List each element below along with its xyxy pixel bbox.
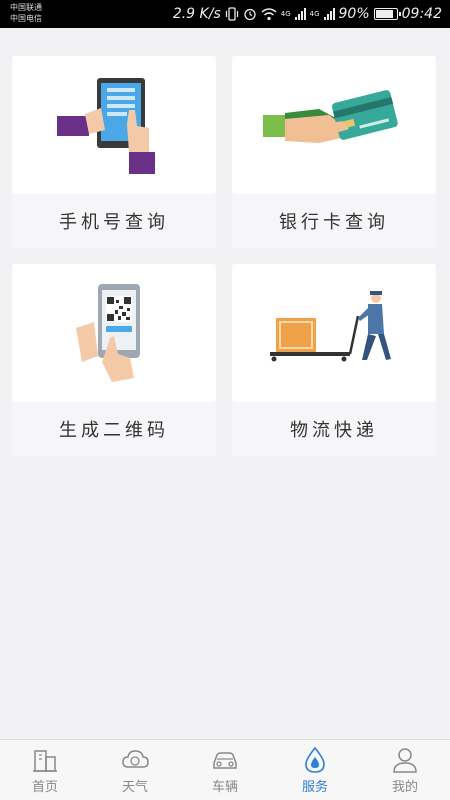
user-icon: [393, 748, 417, 773]
battery-percent: 90%: [338, 6, 370, 22]
service-label: 银行卡查询: [279, 212, 389, 233]
nav-item-weather[interactable]: 天气: [90, 740, 180, 800]
carrier-1: 中国联通: [10, 3, 42, 12]
carrier-info: 中国联通 中国电信: [10, 2, 42, 24]
nav-label: 首页: [31, 780, 58, 795]
qr-code-phone-icon: [12, 264, 216, 402]
nav-item-home[interactable]: 首页: [0, 740, 90, 800]
nav-item-mine[interactable]: 我的: [360, 740, 450, 800]
service-label: 手机号查询: [59, 212, 169, 233]
network-type-2: 4G: [309, 10, 320, 18]
nav-label: 天气: [121, 780, 148, 795]
wifi-icon: [261, 6, 277, 22]
signal-icon-2: [323, 8, 335, 20]
carrier-2: 中国电信: [10, 14, 42, 23]
status-icons: 2.9 K/s 4G 4G 90% 09:42: [173, 0, 442, 28]
nav-label: 车辆: [211, 780, 238, 795]
service-label: 物流快递: [290, 420, 378, 441]
nav-label: 我的: [391, 780, 418, 795]
signal-icon-1: [294, 8, 306, 20]
bank-card-icon: [232, 56, 436, 194]
service-card-phone-query[interactable]: 手机号查询: [12, 56, 216, 248]
nav-item-service[interactable]: 服务: [270, 740, 360, 800]
nav-label: 服务: [301, 780, 328, 795]
service-card-bank-card-query[interactable]: 银行卡查询: [232, 56, 436, 248]
vibrate-icon: [225, 6, 239, 22]
alarm-icon: [243, 6, 257, 22]
service-card-qr-generate[interactable]: 生成二维码: [12, 264, 216, 456]
courier-cart-icon: [232, 264, 436, 402]
service-card-logistics[interactable]: 物流快递: [232, 264, 436, 456]
clock: 09:42: [401, 6, 442, 22]
water-drop-icon: [305, 746, 325, 773]
network-type-1: 4G: [280, 10, 291, 18]
cloud-icon: [122, 750, 149, 768]
building-icon: [33, 750, 57, 772]
car-icon: [213, 752, 237, 769]
nav-item-vehicle[interactable]: 车辆: [180, 740, 270, 800]
service-label: 生成二维码: [59, 420, 169, 441]
battery-icon: [373, 8, 401, 20]
status-bar: 中国联通 中国电信 2.9 K/s 4G 4G 90% 09:42: [0, 0, 450, 28]
bottom-nav: 首页 天气 车辆 服务 我的: [0, 739, 450, 800]
network-speed: 2.9 K/s: [172, 6, 221, 22]
phone-hand-icon: [12, 56, 216, 194]
